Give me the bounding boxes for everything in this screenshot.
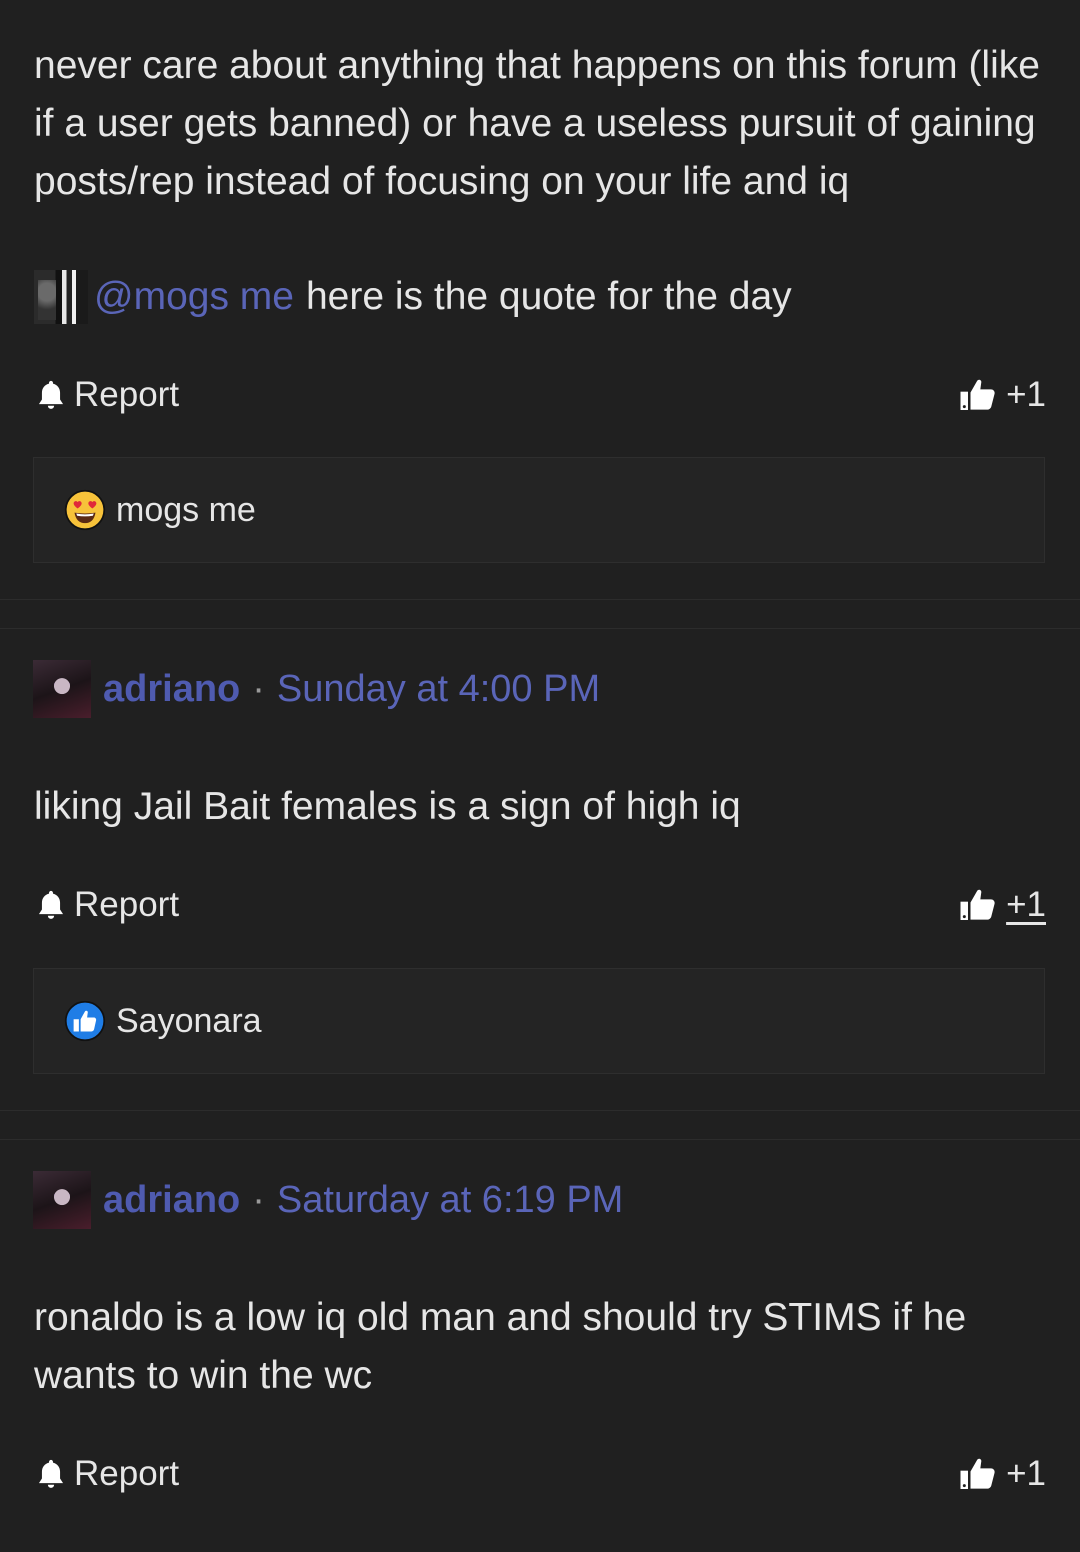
- reaction-username[interactable]: Sayonara: [116, 1002, 262, 1041]
- thread-page: never care about anything that happens o…: [0, 0, 1080, 1552]
- avatar[interactable]: [33, 660, 91, 718]
- post-timestamp-link[interactable]: Sunday at 4:00 PM: [277, 668, 600, 711]
- reactions-bar[interactable]: mogs me: [33, 457, 1045, 563]
- username-link[interactable]: adriano: [103, 668, 240, 711]
- thumbs-up-icon: [960, 889, 995, 920]
- like-button[interactable]: +1: [958, 375, 1046, 415]
- post-header: adriano · Saturday at 6:19 PM: [33, 1171, 623, 1229]
- user-mention-link[interactable]: @mogs me: [94, 275, 294, 319]
- username-link[interactable]: adriano: [103, 1179, 240, 1222]
- post-divider: [0, 1110, 1080, 1140]
- mention-suffix-text: here is the quote for the day: [305, 275, 792, 318]
- like-count[interactable]: +1: [1006, 1454, 1046, 1494]
- thumbs-up-reaction-icon: [64, 1000, 106, 1042]
- thumbs-up-icon: [960, 379, 995, 410]
- post-body: ronaldo is a low iq old man and should t…: [34, 1296, 967, 1397]
- reactions-bar[interactable]: Sayonara: [33, 968, 1045, 1074]
- reaction-username[interactable]: mogs me: [116, 491, 256, 530]
- post-body: never care about anything that happens o…: [34, 44, 1040, 203]
- mention-line: @mogs me here is the quote for the day: [34, 270, 792, 324]
- report-label: Report: [74, 375, 180, 414]
- post-body: liking Jail Bait females is a sign of hi…: [34, 785, 741, 828]
- like-button[interactable]: +1: [958, 885, 1046, 925]
- header-separator: ·: [252, 1178, 265, 1221]
- heart-eyes-emoji-icon: [64, 489, 106, 531]
- report-button[interactable]: Report: [34, 1454, 179, 1494]
- post-divider: [0, 599, 1080, 629]
- avatar[interactable]: [33, 1171, 91, 1229]
- report-button[interactable]: Report: [34, 885, 179, 925]
- thumbs-up-icon: [960, 1458, 995, 1489]
- post-actions: Report +1: [34, 880, 1046, 930]
- like-count[interactable]: +1: [1006, 375, 1046, 415]
- bell-icon: [38, 1459, 64, 1488]
- post-header: adriano · Sunday at 4:00 PM: [33, 660, 600, 718]
- like-count[interactable]: +1: [1006, 885, 1046, 925]
- post-actions: Report +1: [34, 370, 1046, 420]
- report-label: Report: [74, 885, 180, 924]
- post-actions: Report +1: [34, 1449, 1046, 1499]
- header-separator: ·: [252, 667, 265, 710]
- report-label: Report: [74, 1454, 180, 1493]
- bell-icon: [38, 380, 64, 409]
- report-button[interactable]: Report: [34, 375, 179, 415]
- post-timestamp-link[interactable]: Saturday at 6:19 PM: [277, 1179, 623, 1222]
- bell-icon: [38, 890, 64, 919]
- mention-avatar[interactable]: [34, 270, 88, 324]
- like-button[interactable]: +1: [958, 1454, 1046, 1494]
